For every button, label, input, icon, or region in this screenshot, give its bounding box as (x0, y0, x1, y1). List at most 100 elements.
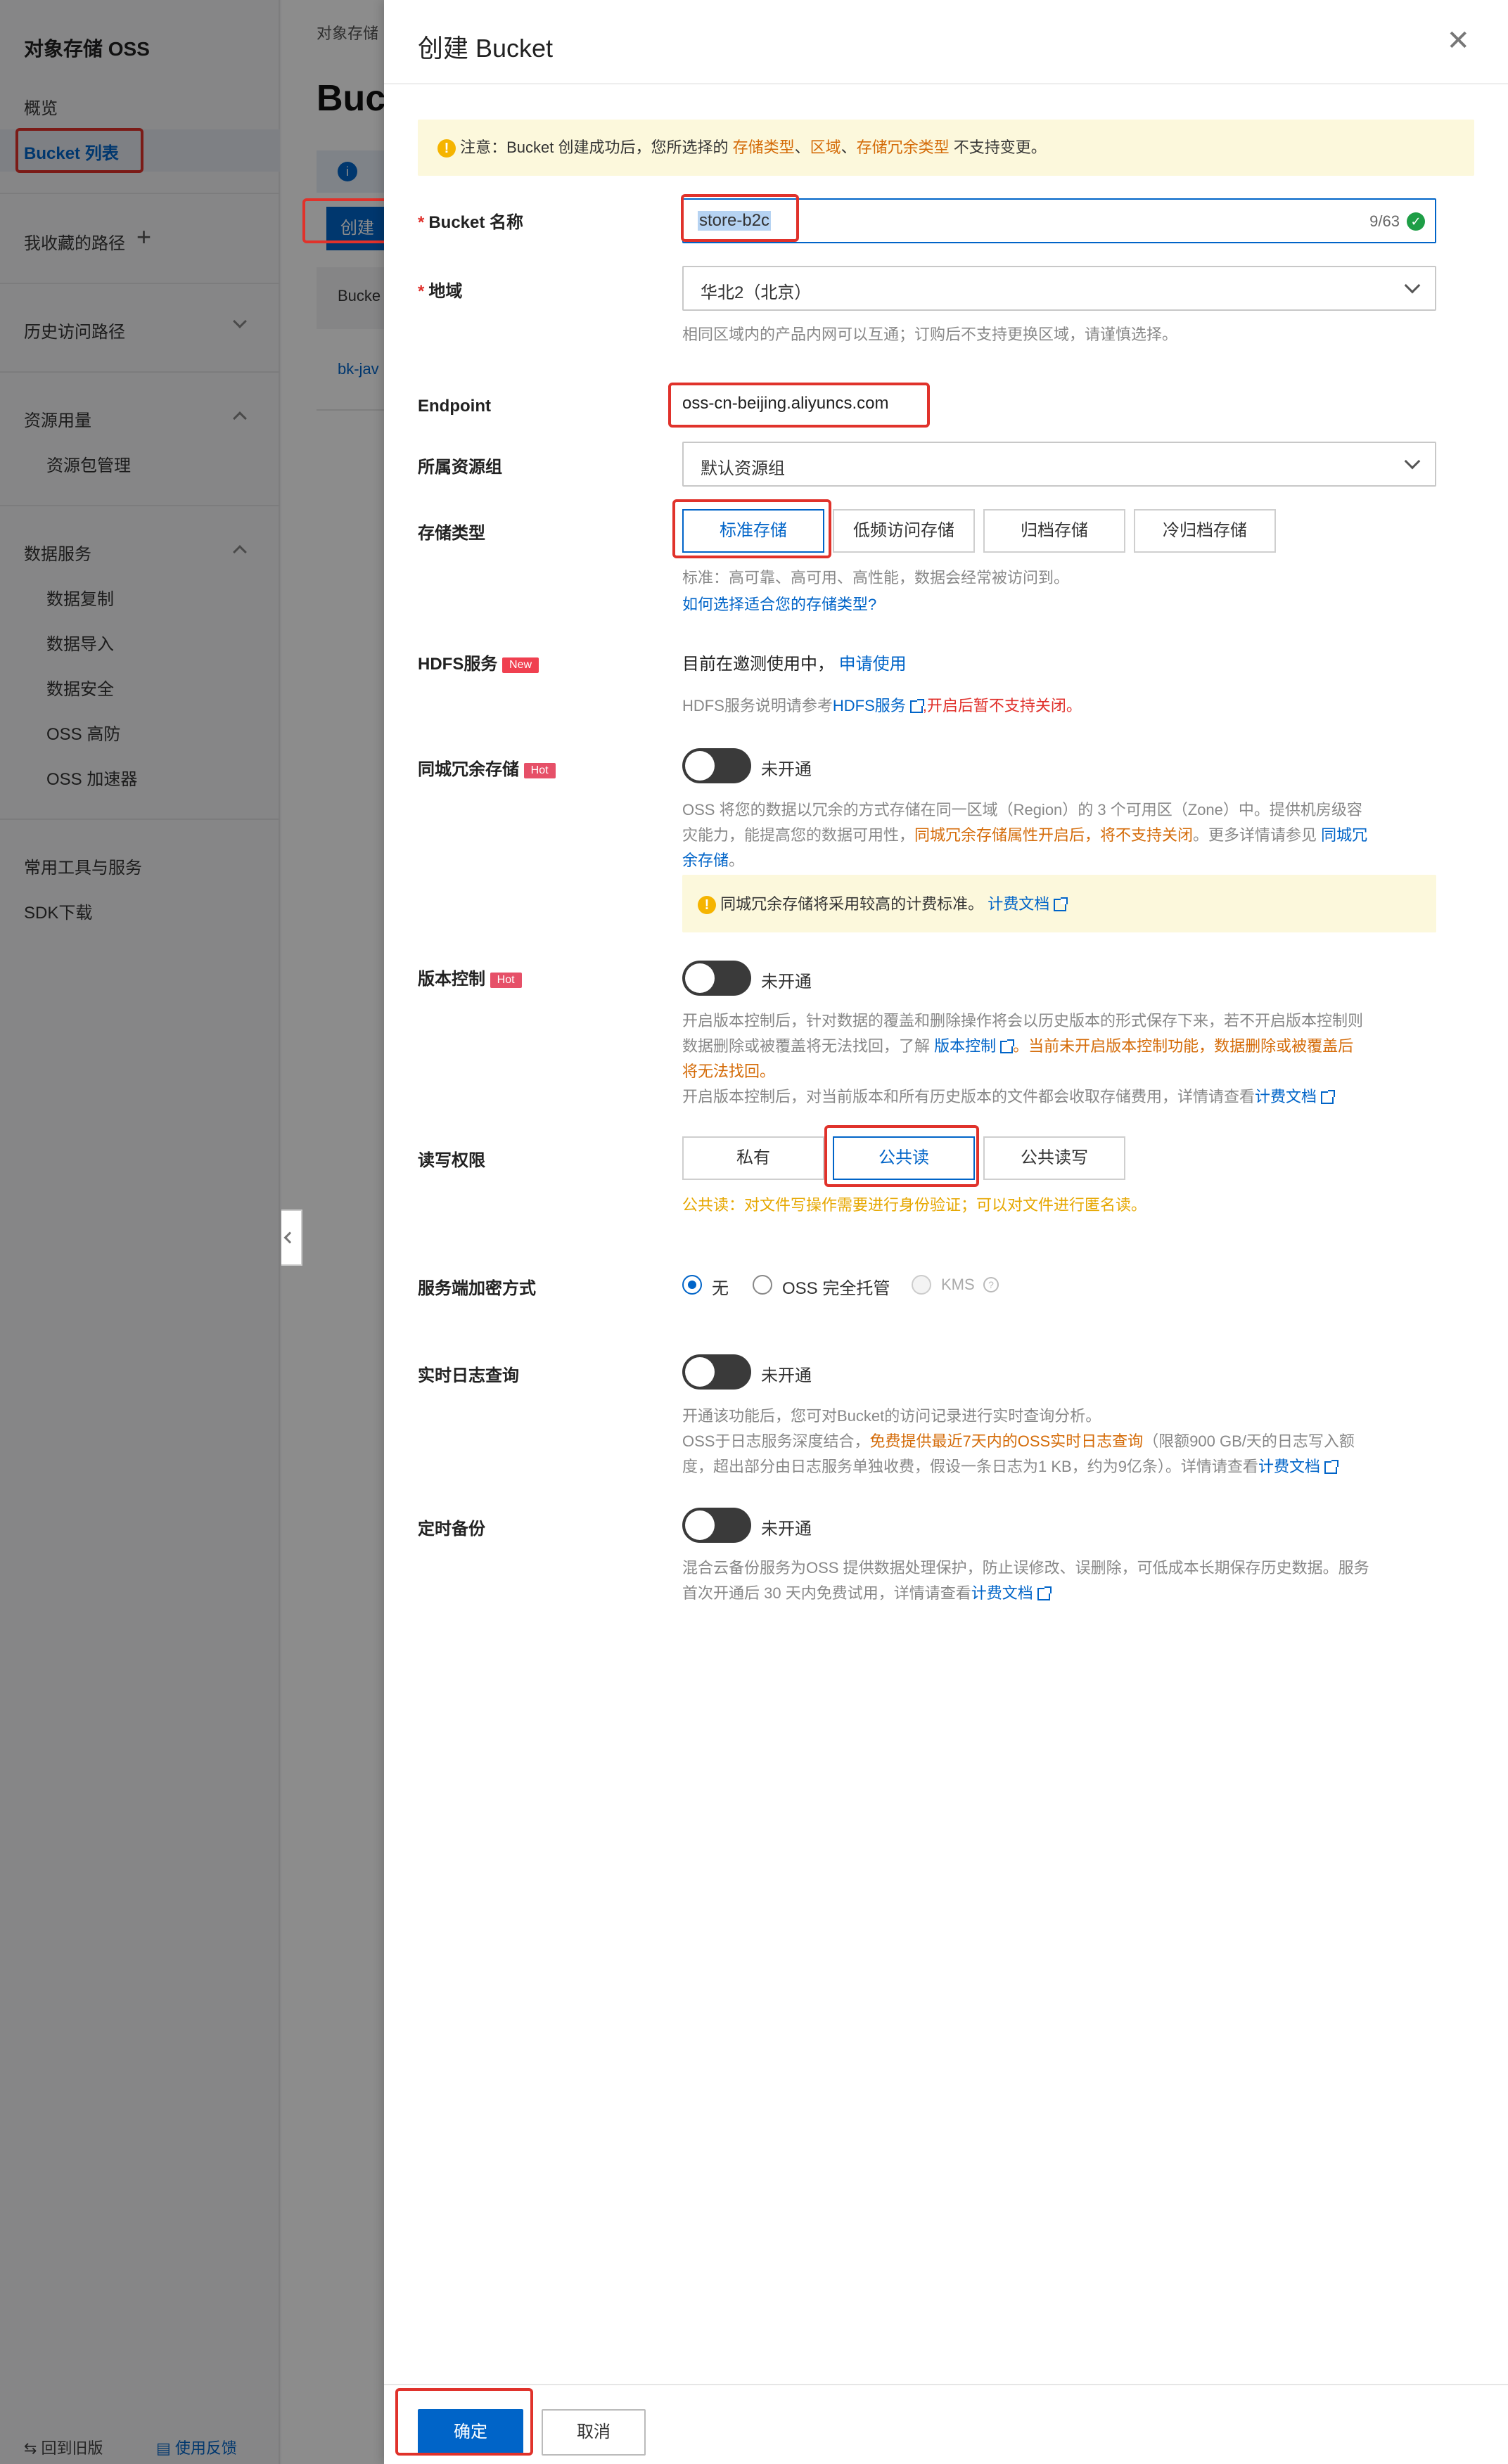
log-help-line2: OSS于日志服务深度结合，免费提供最近7天内的OSS实时日志查询（限额900 G… (682, 1429, 1435, 1454)
resource-group-label: 所属资源组 (418, 458, 502, 477)
zrs-help-warning: 同城冗余存储属性开启后， (914, 826, 1101, 844)
versioning-help: 开启版本控制后，针对数据的覆盖和删除操作将会以历史版本的形式保存下来，若不开启版… (682, 1008, 1435, 1110)
zrs-billing-link[interactable]: 计费文档 (988, 895, 1049, 913)
chevron-down-icon (1404, 277, 1421, 294)
notice-banner: ! 注意：Bucket 创建成功后，您所选择的 存储类型、区域、存储冗余类型 不… (418, 120, 1474, 176)
hdfs-label-text: HDFS服务 (418, 655, 498, 674)
external-link-icon (1054, 897, 1068, 912)
hot-badge: Hot (523, 762, 556, 778)
region-label: * 地域 (418, 282, 463, 301)
log-billing-link[interactable]: 计费文档 (1258, 1458, 1320, 1475)
hdfs-apply-link[interactable]: 申请使用 (839, 655, 907, 674)
notice-redundancy: 存储冗余类型 (856, 139, 950, 156)
hdfs-help-link[interactable]: HDFS服务 (833, 697, 906, 714)
versioning-doc-link[interactable]: 版本控制 (934, 1037, 996, 1055)
acl-label: 读写权限 (418, 1151, 485, 1170)
highlight-bucket-name (681, 194, 799, 242)
highlight-create-button (302, 198, 392, 243)
region-value: 华北2（北京） (701, 283, 812, 302)
versioning-help-line2: 数据删除或被覆盖将无法找回，了解 版本控制 。当前未开启版本控制功能，数据删除或被… (682, 1034, 1435, 1059)
drawer-title: 创建 Bucket (418, 34, 554, 63)
cancel-button[interactable]: 取消 (542, 2409, 646, 2456)
versioning-billing-link[interactable]: 计费文档 (1255, 1088, 1317, 1105)
hdfs-status: 目前在邀测使用中， 申请使用 (682, 650, 907, 674)
resource-group-select[interactable]: 默认资源组 (682, 442, 1436, 487)
notice-suffix: 不支持变更。 (949, 139, 1047, 156)
encryption-kms-label: KMS (941, 1276, 975, 1293)
hdfs-status-text: 目前在邀测使用中， (682, 655, 834, 674)
encryption-oss-radio[interactable] (753, 1275, 772, 1295)
log-help-part: 度，超出部分由日志服务单独收费，假设一条日志为1 KB，约为9亿条）。详情请查看 (682, 1458, 1258, 1475)
storage-type-cold-archive[interactable]: 冷归档存储 (1134, 509, 1276, 553)
storage-type-archive[interactable]: 归档存储 (983, 509, 1125, 553)
encryption-label: 服务端加密方式 (418, 1279, 536, 1298)
drawer-header: 创建 Bucket ✕ (384, 0, 1508, 84)
external-link-icon (1037, 1586, 1052, 1601)
endpoint-label: Endpoint (418, 397, 491, 416)
zrs-help-part: 灾能力，能提高您的数据可用性， (682, 826, 915, 844)
zrs-toggle[interactable] (682, 748, 751, 783)
highlight-storage-type (672, 499, 831, 558)
zrs-notice-msg: 同城冗余存储将采用较高的计费标准。 (720, 895, 984, 913)
hdfs-label: HDFS服务 New (418, 650, 539, 674)
warning-icon: ! (437, 139, 456, 158)
highlight-confirm (395, 2388, 533, 2456)
versioning-help-line4: 开启版本控制后，对当前版本和所有历史版本的文件都会收取存储费用，详情请查看计费文… (682, 1084, 1435, 1110)
storage-type-label: 存储类型 (418, 524, 485, 543)
external-link-icon (909, 699, 924, 714)
zrs-doc-link[interactable]: 同城冗 (1321, 826, 1367, 844)
storage-type-ia[interactable]: 低频访问存储 (833, 509, 975, 553)
external-link-icon (1321, 1090, 1336, 1105)
log-toggle[interactable] (682, 1354, 751, 1390)
zrs-toggle-text: 未开通 (761, 760, 812, 779)
highlight-acl (824, 1125, 979, 1187)
backup-label: 定时备份 (418, 1520, 485, 1539)
versioning-toggle-text: 未开通 (761, 973, 812, 992)
log-help-highlight: 免费提供最近7天内的OSS实时日志查询 (869, 1432, 1144, 1450)
sidebar-collapse-handle[interactable] (281, 1209, 302, 1266)
region-select[interactable]: 华北2（北京） (682, 266, 1436, 311)
zrs-help-warning: 将不支持关闭 (1100, 826, 1194, 844)
zrs-help: OSS 将您的数据以冗余的方式存储在同一区域（Region）的 3 个可用区（Z… (682, 797, 1435, 873)
encryption-none-label: 无 (712, 1279, 729, 1298)
notice-region: 区域 (810, 139, 841, 156)
notice-prefix: 注意：Bucket 创建成功后，您所选择的 (460, 139, 733, 156)
encryption-kms-radio[interactable] (912, 1275, 931, 1295)
acl-private[interactable]: 私有 (682, 1136, 824, 1180)
zrs-help-part: 。更多详情请参见 (1193, 826, 1322, 844)
backup-toggle[interactable] (682, 1508, 751, 1543)
close-icon[interactable]: ✕ (1446, 27, 1470, 55)
notice-text: ! 注意：Bucket 创建成功后，您所选择的 存储类型、区域、存储冗余类型 不… (437, 135, 1047, 158)
acl-help: 公共读：对文件写操作需要进行身份验证；可以对文件进行匿名读。 (682, 1196, 1147, 1214)
acl-public-read-write[interactable]: 公共读写 (983, 1136, 1125, 1180)
zrs-help-part: 。 (729, 852, 745, 869)
modal-overlay[interactable] (0, 0, 384, 2464)
storage-help: 标准：高可靠、高可用、高性能，数据会经常被访问到。 (682, 569, 1070, 586)
zrs-notice-text: ! 同城冗余存储将采用较高的计费标准。 计费文档 (698, 892, 1068, 915)
warning-icon: ! (698, 896, 716, 915)
versioning-toggle[interactable] (682, 961, 751, 996)
backup-help-line2: 首次开通后 30 天内免费试用，详情请查看计费文档 (682, 1581, 1435, 1606)
storage-help-link[interactable]: 如何选择适合您的存储类型? (682, 592, 876, 615)
toggle-knob (685, 751, 715, 781)
encryption-none-radio[interactable] (682, 1275, 702, 1295)
log-help-part: OSS于日志服务深度结合， (682, 1432, 870, 1450)
zrs-doc-link[interactable]: 余存储 (682, 852, 729, 869)
zrs-help-line2: 灾能力，能提高您的数据可用性，同城冗余存储属性开启后，将不支持关闭。更多详情请参… (682, 823, 1435, 848)
region-help: 相同区域内的产品内网可以互通；订购后不支持更换区域，请谨慎选择。 (682, 326, 1178, 343)
log-toggle-text: 未开通 (761, 1366, 812, 1385)
resource-group-value: 默认资源组 (701, 459, 785, 478)
chevron-down-icon (1404, 453, 1421, 470)
new-badge: New (502, 657, 539, 673)
help-icon[interactable]: ? (983, 1277, 999, 1292)
backup-billing-link[interactable]: 计费文档 (971, 1584, 1033, 1602)
external-link-icon (1000, 1039, 1015, 1054)
backup-toggle-text: 未开通 (761, 1520, 812, 1539)
toggle-knob (685, 1510, 715, 1540)
versioning-warning: 。当前未开启版本控制功能，数据删除或被覆盖后 (1013, 1037, 1354, 1055)
zrs-notice: ! 同城冗余存储将采用较高的计费标准。 计费文档 (682, 875, 1436, 932)
log-help-line3: 度，超出部分由日志服务单独收费，假设一条日志为1 KB，约为9亿条）。详情请查看… (682, 1454, 1435, 1480)
drawer-footer: 确定 取消 (384, 2384, 1508, 2464)
backup-help-line1: 混合云备份服务为OSS 提供数据处理保护，防止误修改、误删除，可低成本长期保存历… (682, 1559, 1369, 1577)
bucket-name-label-text: Bucket 名称 (428, 213, 524, 232)
